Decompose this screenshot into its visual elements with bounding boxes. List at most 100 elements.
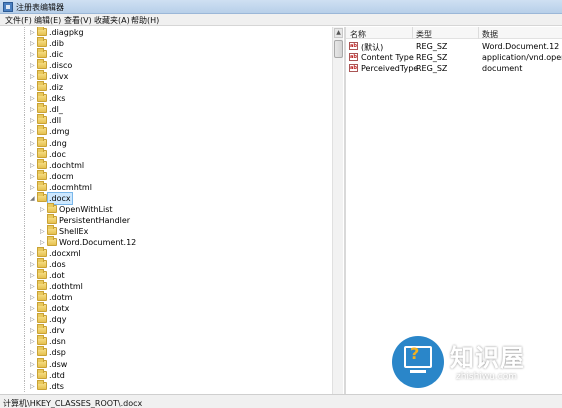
- tree-item[interactable]: ▷ .disco: [0, 59, 330, 72]
- tree-item[interactable]: ▷ .dotm: [0, 291, 330, 304]
- expand-arrow-icon[interactable]: ▷: [30, 173, 37, 180]
- expand-arrow-icon[interactable]: ▷: [30, 106, 37, 113]
- value-row[interactable]: abContent TypeREG_SZ application/vnd.open…: [346, 52, 562, 63]
- tree-item-label: .dts: [49, 381, 64, 391]
- expand-arrow-icon[interactable]: ▷: [40, 228, 47, 235]
- tree-item[interactable]: ▷ .dsn: [0, 335, 330, 348]
- expand-arrow-icon[interactable]: ▷: [30, 283, 37, 290]
- column-separator[interactable]: [412, 27, 413, 39]
- tree-guide-line: [24, 236, 25, 248]
- value-type-cell: REG_SZ: [416, 42, 448, 51]
- expand-arrow-icon[interactable]: ▷: [30, 261, 37, 268]
- menu-help[interactable]: 帮助(H): [131, 15, 159, 26]
- tree-item[interactable]: ▷ .dib: [0, 37, 330, 50]
- folder-icon: [37, 335, 47, 346]
- scroll-up-button[interactable]: ▲: [334, 28, 343, 38]
- tree-item-label: .dot: [49, 271, 65, 281]
- tree-guide-line: [24, 181, 25, 193]
- tree-item[interactable]: ▷ .diz: [0, 81, 330, 94]
- tree-item[interactable]: ▷ .dll: [0, 114, 330, 127]
- expand-arrow-icon[interactable]: ▷: [30, 272, 37, 279]
- registry-tree[interactable]: ▷ .diagpkg ▷ .dib ▷ .dic ▷ .disco ▷ .divx ▷ .diz ▷ .d…: [0, 27, 344, 394]
- value-row[interactable]: ab (默认) REG_SZ Word.Document.12: [346, 41, 562, 52]
- tree-item[interactable]: ▷ .dsp: [0, 346, 330, 359]
- menu-bar: 文件(F) 编辑(E) 查看(V) 收藏夹(A) 帮助(H): [0, 14, 562, 26]
- menu-edit[interactable]: 编辑(E): [34, 15, 61, 26]
- tree-guide-line: [24, 259, 25, 271]
- tree-item[interactable]: ▷ .dos: [0, 258, 330, 271]
- tree-item[interactable]: ▷ .dot: [0, 269, 330, 282]
- column-type-header[interactable]: 类型: [416, 29, 432, 40]
- tree-item[interactable]: ▷ .dts: [0, 379, 330, 392]
- expand-arrow-icon[interactable]: ▷: [30, 140, 37, 147]
- tree-item[interactable]: ▷ .dic: [0, 48, 330, 61]
- expand-arrow-icon[interactable]: ▷: [30, 372, 37, 379]
- expand-arrow-icon[interactable]: ▷: [30, 361, 37, 368]
- expand-arrow-icon[interactable]: [40, 217, 47, 224]
- expand-arrow-icon[interactable]: ▷: [30, 95, 37, 102]
- tree-item[interactable]: ▷ .dqy: [0, 313, 330, 326]
- expand-arrow-icon[interactable]: ▷: [30, 305, 37, 312]
- tree-item[interactable]: ▷ .divx: [0, 70, 330, 83]
- expand-arrow-icon[interactable]: ▷: [30, 316, 37, 323]
- folder-icon: [37, 191, 47, 202]
- scroll-thumb[interactable]: [334, 40, 343, 58]
- expand-arrow-icon[interactable]: ▷: [30, 84, 37, 91]
- column-data-header[interactable]: 数据: [482, 29, 498, 40]
- expand-arrow-icon[interactable]: ▷: [30, 327, 37, 334]
- tree-item[interactable]: ▷ .docxml: [0, 247, 330, 260]
- folder-icon: [37, 169, 47, 180]
- tree-item-label: .drv: [49, 326, 65, 336]
- collapse-arrow-icon[interactable]: ◢: [30, 195, 37, 202]
- expand-arrow-icon[interactable]: ▷: [30, 128, 37, 135]
- tree-guide-line: [24, 325, 25, 337]
- folder-icon: [37, 158, 47, 169]
- menu-view[interactable]: 查看(V): [64, 15, 92, 26]
- string-value-icon: ab: [349, 64, 358, 72]
- expand-arrow-icon[interactable]: ▷: [30, 349, 37, 356]
- expand-arrow-icon[interactable]: ▷: [30, 294, 37, 301]
- tree-item-label: .dochtml: [49, 160, 85, 170]
- folder-icon: [37, 379, 47, 390]
- menu-favorites[interactable]: 收藏夹(A): [94, 15, 130, 26]
- expand-arrow-icon[interactable]: ▷: [30, 383, 37, 390]
- tree-item[interactable]: ▷ .dsw: [0, 357, 330, 370]
- watermark-subtitle: zhishiwu.com: [456, 372, 517, 382]
- tree-item[interactable]: ▷ .dochtml: [0, 158, 330, 171]
- expand-arrow-icon[interactable]: ▷: [30, 151, 37, 158]
- tree-item[interactable]: ▷ .doc: [0, 147, 330, 160]
- tree-item[interactable]: ▷ .docm: [0, 169, 330, 182]
- tree-item-label: .dks: [49, 94, 66, 104]
- expand-arrow-icon[interactable]: ▷: [30, 162, 37, 169]
- expand-arrow-icon[interactable]: ▷: [30, 29, 37, 36]
- menu-file[interactable]: 文件(F): [5, 15, 32, 26]
- tree-item[interactable]: ▷ .dothtml: [0, 280, 330, 293]
- expand-arrow-icon[interactable]: ▷: [30, 62, 37, 69]
- expand-arrow-icon[interactable]: ▷: [30, 51, 37, 58]
- expand-arrow-icon[interactable]: ▷: [30, 73, 37, 80]
- expand-arrow-icon[interactable]: ▷: [40, 206, 47, 213]
- tree-item[interactable]: ▷ .dng: [0, 136, 330, 149]
- tree-item[interactable]: ▷ .dmg: [0, 125, 330, 138]
- value-row[interactable]: ab PerceivedType REG_SZ document: [346, 63, 562, 74]
- tree-scrollbar[interactable]: ▲: [332, 27, 343, 394]
- tree-item[interactable]: ▷ .docmhtml: [0, 180, 330, 193]
- expand-arrow-icon[interactable]: ▷: [30, 117, 37, 124]
- tree-item[interactable]: ▷ .dotx: [0, 302, 330, 315]
- value-type-cell: REG_SZ: [416, 53, 448, 62]
- value-data-cell: document: [482, 64, 523, 73]
- expand-arrow-icon[interactable]: ▷: [30, 250, 37, 257]
- tree-item[interactable]: ▷ .diagpkg: [0, 27, 330, 39]
- tree-item[interactable]: ▷ .dl_: [0, 103, 330, 116]
- column-name-header[interactable]: 名称: [350, 29, 366, 40]
- expand-arrow-icon[interactable]: ▷: [30, 184, 37, 191]
- tree-item[interactable]: ▷ .drv: [0, 324, 330, 337]
- tree-item[interactable]: ▷ .dks: [0, 92, 330, 105]
- column-separator[interactable]: [478, 27, 479, 39]
- tree-item[interactable]: ▷ .dtd: [0, 368, 330, 381]
- expand-arrow-icon[interactable]: ▷: [40, 239, 47, 246]
- expand-arrow-icon[interactable]: ▷: [30, 338, 37, 345]
- expand-arrow-icon[interactable]: ▷: [30, 40, 37, 47]
- tree-guide-line: [24, 159, 25, 171]
- tree-item[interactable]: ▷ Word.Document.12: [0, 235, 330, 248]
